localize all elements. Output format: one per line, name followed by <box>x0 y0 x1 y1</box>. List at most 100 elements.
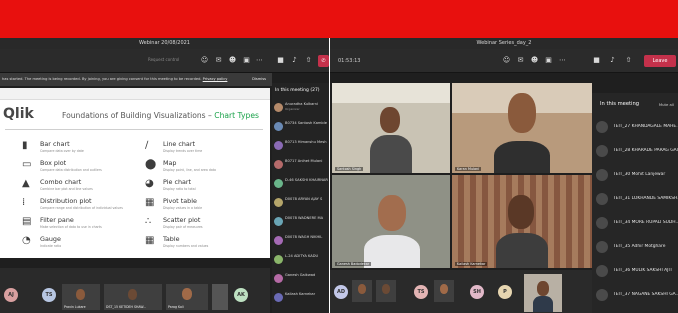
chart-type-name: Box plot <box>40 159 67 167</box>
camera-icon[interactable]: ■ <box>592 56 601 65</box>
participant-row[interactable]: D-46 SAKSHI KHAIRNAR <box>274 176 329 192</box>
participant-row[interactable]: TEIT_36 MULIK SAKSHI AJIT <box>596 261 678 282</box>
video-thumb[interactable] <box>524 274 562 312</box>
video-thumb[interactable]: Pravin Lukare <box>62 284 100 310</box>
avatar[interactable]: AJ <box>4 288 18 302</box>
mic-icon[interactable]: ♪ <box>290 56 299 65</box>
avatar[interactable]: TS <box>414 285 428 299</box>
chat-icon[interactable]: ✉ <box>214 56 223 65</box>
participant-name: L-24 ADITYA KADU <box>285 254 319 258</box>
participant-name: TEIT_28 KHARADE PARAG GAU... <box>613 148 678 153</box>
chart-type-name: Filter pane <box>40 216 74 224</box>
tile-name: Kailash Karnekar <box>455 262 488 266</box>
chart-type-description: Make selection of data to use in charts <box>40 225 102 229</box>
participant-row[interactable]: TEIT_37 NAGANE SAKSHI GA... <box>596 285 678 306</box>
video-tile[interactable]: Santosh Singh <box>332 83 450 173</box>
tile-name: Ganesh Badodekar <box>335 262 372 266</box>
request-control-label[interactable]: Request control <box>148 57 179 62</box>
avatar[interactable]: AK <box>234 288 248 302</box>
people-icon[interactable]: ☺ <box>502 56 511 65</box>
participant-row[interactable]: L-24 ADITYA KADU <box>274 252 329 268</box>
reactions-icon[interactable]: ☻ <box>228 56 237 65</box>
chart-type-description: Display numbers and values <box>163 244 209 248</box>
slide-toolbar <box>0 88 270 100</box>
meeting-timer: 01:53:13 <box>338 58 361 64</box>
video-thumb[interactable]: DST_15 KETIDEH SHAW... <box>104 284 162 310</box>
avatar <box>596 217 608 229</box>
video-thumb[interactable]: Parag Koli <box>166 284 208 310</box>
camera-icon[interactable]: ■ <box>276 56 285 65</box>
more-icon[interactable]: ⋯ <box>558 56 567 65</box>
participant-row[interactable]: D0078 WADNERE MA <box>274 214 329 230</box>
participant-name: Anuradha Kulkarni <box>285 102 318 106</box>
box-plot-icon: ▭ <box>22 159 32 170</box>
reactions-icon[interactable]: ☻ <box>530 56 539 65</box>
participant-row[interactable]: Kailash Karnekar <box>274 290 329 306</box>
chart-type-name: Bar chart <box>40 140 70 148</box>
avatar[interactable]: TS <box>42 288 56 302</box>
chat-icon[interactable]: ✉ <box>516 56 525 65</box>
avatar <box>596 193 608 205</box>
participant-row[interactable]: TEIT_30 Mohit Lanjewar <box>596 165 678 186</box>
participant-row[interactable]: B0717 Anihet Mulani <box>274 157 329 173</box>
participant-row[interactable]: TEIT_28 KHARADE PARAG GAU... <box>596 141 678 162</box>
more-icon[interactable]: ⋯ <box>255 56 264 65</box>
chart-type-name: Table <box>163 235 180 243</box>
dismiss-button[interactable]: Dismiss <box>252 73 266 86</box>
chart-type-name: Pie chart <box>163 178 192 186</box>
participant-row[interactable]: TEIT_35 Adhir Motghare <box>596 237 678 258</box>
video-tile[interactable]: Ganesh Badodekar <box>332 175 450 268</box>
participant-strip: AJ TS Pravin Lukare DST_15 KETIDEH SHAW.… <box>0 268 270 313</box>
table-icon: ▦ <box>145 235 155 246</box>
banner-text: has started. The meeting is being record… <box>2 77 202 81</box>
participant-name: TEIT_36 MULIK SAKSHI AJIT <box>613 268 673 273</box>
rooms-icon[interactable]: ▣ <box>544 56 553 65</box>
video-tile[interactable]: Kailash Karnekar <box>452 175 592 268</box>
line-chart-icon: ∕ <box>145 140 149 151</box>
participant-row[interactable]: B0734 Santosh Kamble <box>274 119 329 135</box>
people-icon[interactable]: ☺ <box>200 56 209 65</box>
chart-type-item: ▮ Bar chart Compare data over by date <box>22 140 140 155</box>
video-thumb[interactable] <box>434 280 454 302</box>
participant-row[interactable]: TEIT_34 MORE RUPALI SUDH... <box>596 213 678 234</box>
mute-all-button[interactable]: Mute all <box>659 102 674 107</box>
participant-row[interactable]: D0078 ARYAN AJAY S <box>274 195 329 211</box>
chart-type-description: Display point, line, and area data <box>163 168 217 172</box>
participant-row[interactable]: TEIT_31 LOKHANDE SAMIKSH... <box>596 189 678 210</box>
avatar[interactable]: SH <box>470 285 484 299</box>
pie-chart-icon: ◕ <box>145 178 154 189</box>
avatar <box>274 179 283 188</box>
avatar <box>274 160 283 169</box>
mic-icon[interactable]: ♪ <box>608 56 617 65</box>
participant-row[interactable]: B0713 Himanshu Mesh <box>274 138 329 154</box>
participant-row[interactable]: D0078 WAGH NIKHIL <box>274 233 329 249</box>
share-icon[interactable]: ⇧ <box>624 56 633 65</box>
avatar[interactable]: AD <box>334 285 348 299</box>
video-thumb[interactable] <box>212 284 228 310</box>
chart-type-item: ▦ Table Display numbers and values <box>145 235 263 250</box>
video-thumb[interactable] <box>376 280 396 302</box>
participant-row[interactable]: Ganesh Gaikwad <box>274 271 329 287</box>
avatar <box>274 293 283 302</box>
video-thumb[interactable] <box>352 280 372 302</box>
participant-name: D0078 WAGH NIKHIL <box>285 235 323 239</box>
rooms-icon[interactable]: ▣ <box>242 56 251 65</box>
chart-type-description: Compare range and distribution of indivi… <box>40 206 123 210</box>
share-icon[interactable]: ⇧ <box>304 56 313 65</box>
participants-panel: In this meeting (27) Anuradha Kulkarni Or… <box>272 83 329 313</box>
avatar <box>274 217 283 226</box>
chart-type-description: Display values in a table <box>163 206 203 210</box>
participant-row[interactable]: TEIT_27 KHANDAGALE MAHE... <box>596 117 678 138</box>
participant-name: B0734 Santosh Kamble <box>285 121 327 125</box>
gauge-icon: ◔ <box>22 235 31 246</box>
meeting-toolbar: Request control ☺ ✉ ☻ ▣ ⋯ ■ ♪ ⇧ ✆ <box>0 49 329 73</box>
privacy-policy-link[interactable]: Privacy policy <box>203 77 228 81</box>
video-tile[interactable]: Karan Mulani <box>452 83 592 173</box>
leave-button[interactable]: ✆ <box>318 55 329 67</box>
qlik-logo: Qlik <box>3 106 34 122</box>
chart-type-item: ▲ Combo chart Combine bar plot and line va… <box>22 178 140 193</box>
leave-button[interactable]: Leave <box>644 55 676 67</box>
avatar[interactable]: P <box>498 285 512 299</box>
participant-row[interactable]: Anuradha Kulkarni Organizer <box>274 100 329 116</box>
avatar <box>596 241 608 253</box>
